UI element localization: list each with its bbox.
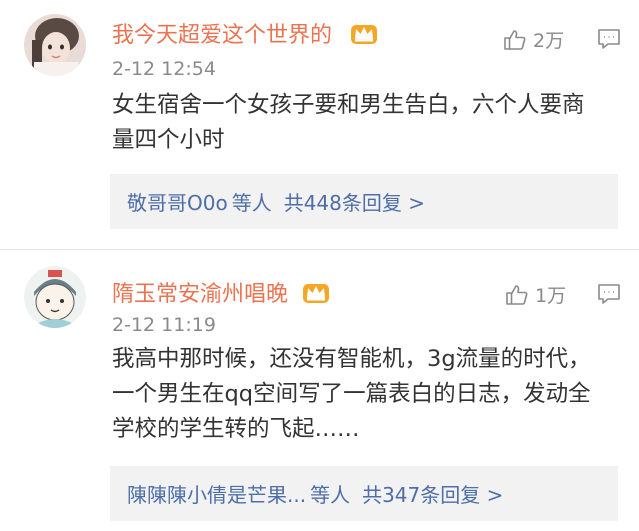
like-count: 1万: [535, 285, 567, 307]
comment-text: 我高中那时候，还没有智能机，3g流量的时代，一个男生在qq空间写了一篇表白的日志…: [112, 346, 591, 442]
reply-suffix: 等人: [310, 483, 351, 507]
thumbs-up-icon: [506, 284, 528, 305]
comment-item: 隋玉常安渝州唱晚 2-12 11:19 1万 我高中那时候，还没有智能机，3g流…: [0, 0, 639, 531]
avatar[interactable]: [24, 266, 86, 328]
reply-names[interactable]: 陳陳陳小倩是芒果...: [127, 479, 306, 508]
crown-badge-icon: [303, 284, 329, 303]
reply-count-link[interactable]: 共347条回复 >: [362, 479, 503, 508]
reply-summary[interactable]: 陳陳陳小倩是芒果... 等人 共347条回复 >: [110, 466, 618, 521]
username[interactable]: 隋玉常安渝州唱晚: [112, 276, 288, 308]
like-button[interactable]: 1万: [505, 281, 566, 308]
comment-icon[interactable]: [597, 283, 621, 305]
timestamp: 2-12 11:19: [112, 314, 216, 336]
